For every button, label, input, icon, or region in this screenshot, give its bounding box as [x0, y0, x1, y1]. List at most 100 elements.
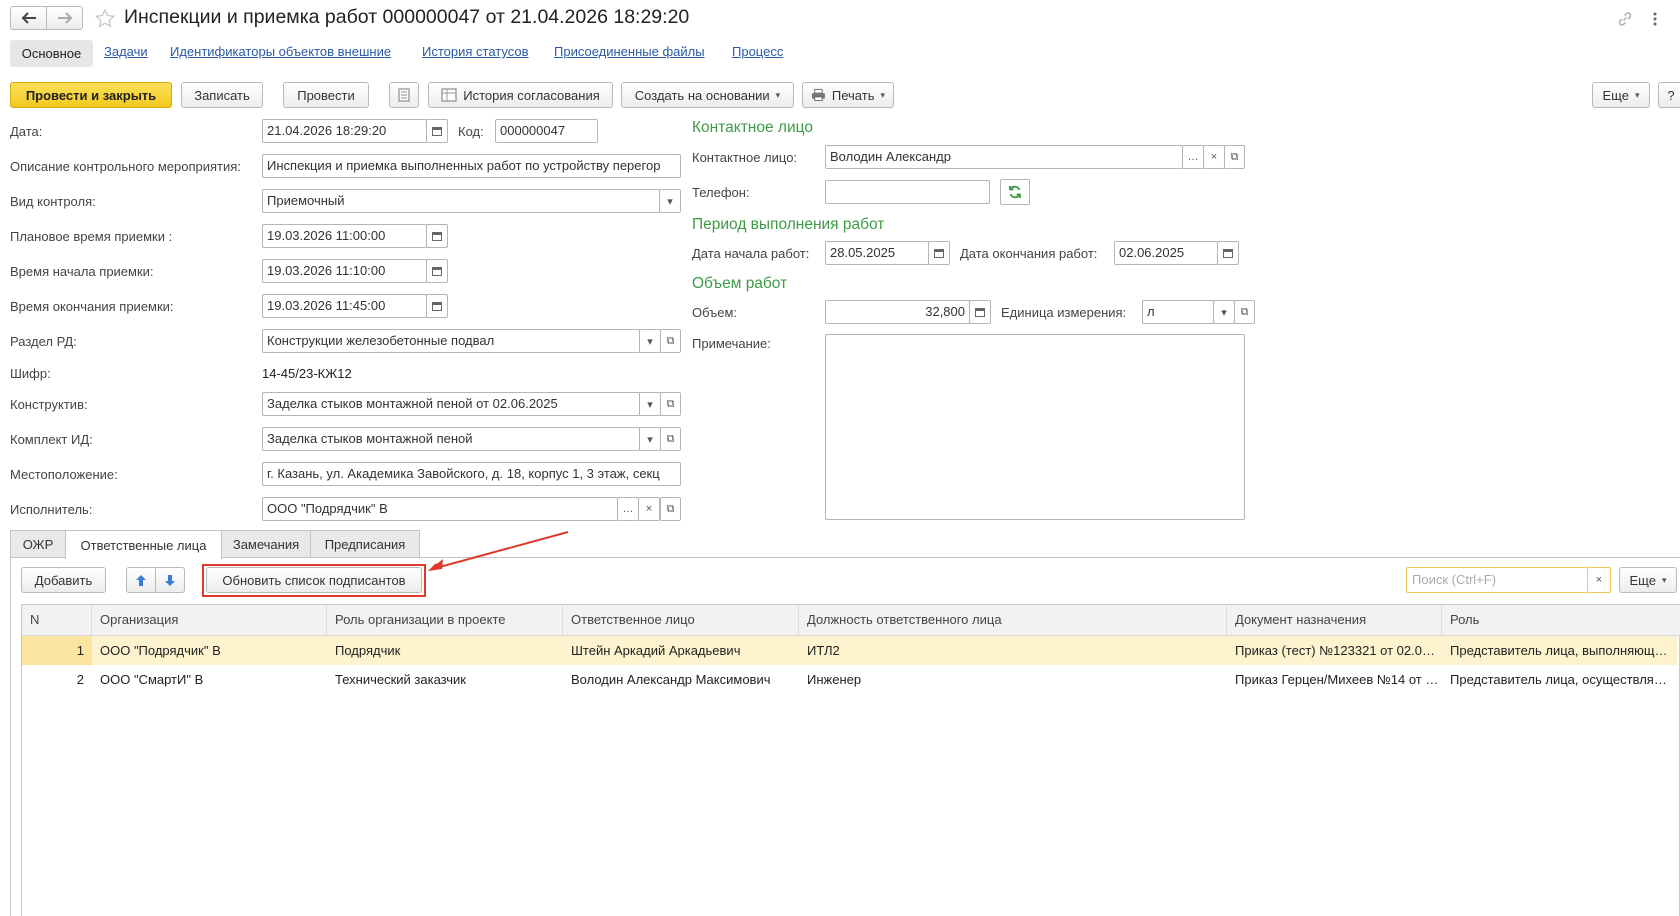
column-header-role[interactable]: Роль: [1442, 604, 1680, 636]
save-button[interactable]: Записать: [181, 82, 263, 108]
volume-calculator-button[interactable]: [969, 300, 991, 324]
subtab-remarks[interactable]: Замечания: [221, 530, 311, 557]
search-input[interactable]: Поиск (Ctrl+F): [1406, 567, 1588, 593]
refresh-signers-button[interactable]: Обновить список подписантов: [206, 567, 422, 593]
print-label: Печать: [831, 87, 875, 103]
work-start-field[interactable]: 28.05.2025: [825, 241, 929, 265]
work-end-calendar-button[interactable]: [1217, 241, 1239, 265]
plan-time-calendar-button[interactable]: [426, 224, 448, 248]
annotation-arrow: [428, 531, 569, 571]
unit-open-button[interactable]: ⧉: [1234, 300, 1255, 324]
forward-button[interactable]: [46, 6, 83, 30]
subtab-responsible[interactable]: Ответственные лица: [65, 530, 222, 559]
section-rd-select[interactable]: Конструкции железобетонные подвал: [262, 329, 640, 353]
cell-n: 2: [76, 672, 84, 687]
star-icon[interactable]: [95, 9, 115, 28]
tab-main[interactable]: Основное: [10, 40, 93, 67]
link-icon[interactable]: [1617, 11, 1633, 27]
ellipsis-icon: …: [1187, 151, 1199, 163]
add-button[interactable]: Добавить: [21, 567, 106, 593]
kit-dropdown-button[interactable]: ▾: [639, 427, 661, 451]
unit-dropdown-button[interactable]: ▾: [1213, 300, 1235, 324]
print-button[interactable]: Печать ▾: [802, 82, 894, 108]
location-field[interactable]: г. Казань, ул. Академика Завойского, д. …: [262, 462, 681, 486]
column-header-organization[interactable]: Организация: [92, 604, 327, 636]
executor-field[interactable]: ООО "Подрядчик" В: [262, 497, 618, 521]
work-start-calendar-button[interactable]: [928, 241, 950, 265]
description-field[interactable]: Инспекция и приемка выполненных работ по…: [262, 154, 681, 178]
back-button[interactable]: [10, 6, 47, 30]
phone-field[interactable]: [825, 180, 990, 204]
control-type-dropdown-button[interactable]: ▾: [659, 189, 681, 213]
kit-open-button[interactable]: ⧉: [660, 427, 681, 451]
close-icon: ×: [1210, 151, 1218, 163]
start-time-calendar-button[interactable]: [426, 259, 448, 283]
kit-select[interactable]: Заделка стыков монтажной пеной: [262, 427, 640, 451]
construct-select[interactable]: Заделка стыков монтажной пеной от 02.06.…: [262, 392, 640, 416]
executor-clear-button[interactable]: ×: [638, 497, 660, 521]
more-button[interactable]: Еще ▾: [1592, 82, 1650, 108]
column-header-responsible[interactable]: Ответственное лицо: [563, 604, 799, 636]
tab-process[interactable]: Процесс: [732, 44, 783, 59]
section-rd-dropdown-button[interactable]: ▾: [639, 329, 661, 353]
column-header-n[interactable]: N: [22, 604, 92, 636]
date-calendar-button[interactable]: [426, 119, 448, 143]
column-header-position[interactable]: Должность ответственного лица: [799, 604, 1227, 636]
date-label: Дата:: [10, 124, 43, 139]
control-type-select[interactable]: Приемочный: [262, 189, 660, 213]
tab-external-ids[interactable]: Идентификаторы объектов внешние: [170, 44, 391, 59]
post-button[interactable]: Провести: [283, 82, 369, 108]
approval-history-button[interactable]: История согласования: [428, 82, 613, 108]
end-time-calendar-button[interactable]: [426, 294, 448, 318]
note-label: Примечание:: [692, 336, 771, 351]
post-and-close-button[interactable]: Провести и закрыть: [10, 82, 172, 108]
section-rd-open-button[interactable]: ⧉: [660, 329, 681, 353]
construct-open-button[interactable]: ⧉: [660, 392, 681, 416]
date-field[interactable]: 21.04.2026 18:29:20: [262, 119, 427, 143]
volume-amount-label: Объем:: [692, 305, 738, 320]
document-list-button[interactable]: [389, 82, 419, 108]
executor-label: Исполнитель:: [10, 502, 93, 517]
table-left-edge: [10, 558, 11, 916]
contact-open-button[interactable]: ⧉: [1224, 145, 1245, 169]
contact-person-field[interactable]: Володин Александр: [825, 145, 1183, 169]
code-field[interactable]: 000000047: [495, 119, 598, 143]
executor-open-button[interactable]: ⧉: [660, 497, 681, 521]
create-based-on-button[interactable]: Создать на основании ▾: [621, 82, 794, 108]
unit-select[interactable]: л: [1142, 300, 1214, 324]
column-header-appointment-doc[interactable]: Документ назначения: [1227, 604, 1442, 636]
tab-tasks[interactable]: Задачи: [104, 44, 148, 59]
contact-select-button[interactable]: …: [1182, 145, 1204, 169]
help-button[interactable]: ?: [1658, 82, 1680, 108]
open-window-icon: ⧉: [1240, 305, 1249, 318]
table-row[interactable]: 1 ООО "Подрядчик" В Подрядчик Штейн Арка…: [22, 636, 1677, 665]
tab-attached-files[interactable]: Присоединенные файлы: [554, 44, 705, 59]
window-title: Инспекции и приемка работ 000000047 от 2…: [124, 6, 690, 28]
more-vertical-icon[interactable]: [1652, 11, 1658, 27]
subtab-ozhr[interactable]: ОЖР: [10, 530, 66, 557]
move-down-button[interactable]: [155, 567, 185, 593]
search-clear-button[interactable]: ×: [1587, 567, 1611, 593]
approval-history-label: История согласования: [463, 87, 600, 103]
column-header-org-role[interactable]: Роль организации в проекте: [327, 604, 563, 636]
start-time-field[interactable]: 19.03.2026 11:10:00: [262, 259, 427, 283]
work-end-field[interactable]: 02.06.2025: [1114, 241, 1218, 265]
refresh-phone-button[interactable]: [1000, 179, 1030, 205]
move-up-button[interactable]: [126, 567, 156, 593]
table-more-label: Еще: [1629, 572, 1656, 588]
contact-clear-button[interactable]: ×: [1203, 145, 1225, 169]
cell-position: Инженер: [807, 672, 862, 687]
cell-org-role: Технический заказчик: [335, 672, 466, 687]
end-time-field[interactable]: 19.03.2026 11:45:00: [262, 294, 427, 318]
tab-status-history[interactable]: История статусов: [422, 44, 529, 59]
open-window-icon: ⧉: [666, 397, 675, 410]
volume-amount-field[interactable]: 32,800: [825, 300, 970, 324]
executor-select-button[interactable]: …: [617, 497, 639, 521]
construct-dropdown-button[interactable]: ▾: [639, 392, 661, 416]
calendar-icon: [1223, 248, 1233, 258]
table-more-button[interactable]: Еще ▾: [1619, 567, 1677, 593]
subtab-orders[interactable]: Предписания: [310, 530, 420, 557]
plan-time-field[interactable]: 19.03.2026 11:00:00: [262, 224, 427, 248]
note-textarea[interactable]: [825, 334, 1245, 520]
table-row[interactable]: 2 ООО "СмартИ" В Технический заказчик Во…: [22, 665, 1677, 694]
